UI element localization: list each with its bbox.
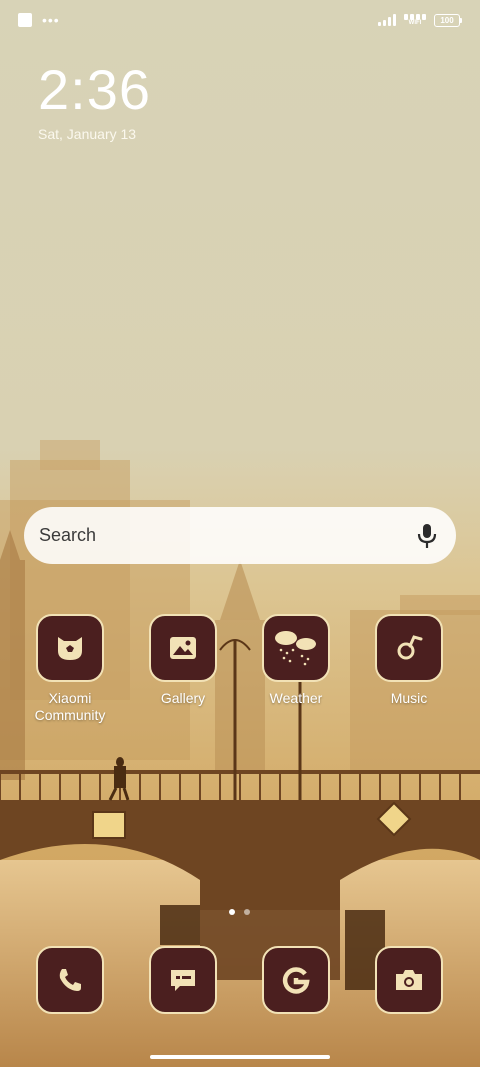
- dock-google[interactable]: [246, 946, 346, 1014]
- app-weather[interactable]: Weather: [246, 614, 346, 707]
- messages-icon: [149, 946, 217, 1014]
- clock-date: Sat, January 13: [38, 126, 137, 142]
- microphone-icon[interactable]: [412, 521, 442, 551]
- battery-icon: 100: [434, 13, 462, 27]
- wifi-icon: WIFI: [404, 13, 426, 27]
- home-indicator[interactable]: [150, 1055, 330, 1059]
- clock-widget[interactable]: 2:36 Sat, January 13: [38, 58, 151, 143]
- more-notifications-icon: •••: [42, 12, 60, 28]
- clock-time: 2:36: [38, 58, 151, 121]
- app-music[interactable]: Music: [359, 614, 459, 707]
- page-dot-active: [229, 909, 235, 915]
- xiaomi-community-icon: [36, 614, 104, 682]
- status-bar: ••• WIFI 100: [18, 10, 462, 32]
- weather-icon: [262, 614, 330, 682]
- app-label: Gallery: [160, 690, 206, 706]
- status-bar-right: WIFI 100: [378, 13, 462, 27]
- app-gallery[interactable]: Gallery: [133, 614, 233, 707]
- app-label: Weather: [269, 690, 323, 706]
- dock-camera[interactable]: [359, 946, 459, 1014]
- app-label: Music: [390, 690, 428, 706]
- notification-icon: [18, 13, 32, 27]
- google-icon: [262, 946, 330, 1014]
- search-placeholder: Search: [39, 525, 97, 545]
- battery-level: 100: [434, 13, 460, 27]
- dock-messages[interactable]: [133, 946, 233, 1014]
- music-icon: [375, 614, 443, 682]
- page-indicator: [229, 909, 250, 915]
- signal-icon: [378, 14, 396, 26]
- wifi-label: WIFI: [408, 20, 422, 26]
- phone-icon: [36, 946, 104, 1014]
- search-bar[interactable]: Search: [24, 507, 456, 564]
- status-bar-left: •••: [18, 13, 60, 27]
- camera-icon: [375, 946, 443, 1014]
- app-label: Xiaomi Community: [34, 690, 106, 723]
- app-xiaomi-community[interactable]: Xiaomi Community: [20, 614, 120, 724]
- gallery-icon: [149, 614, 217, 682]
- dock-phone[interactable]: [20, 946, 120, 1014]
- page-dot: [244, 909, 250, 915]
